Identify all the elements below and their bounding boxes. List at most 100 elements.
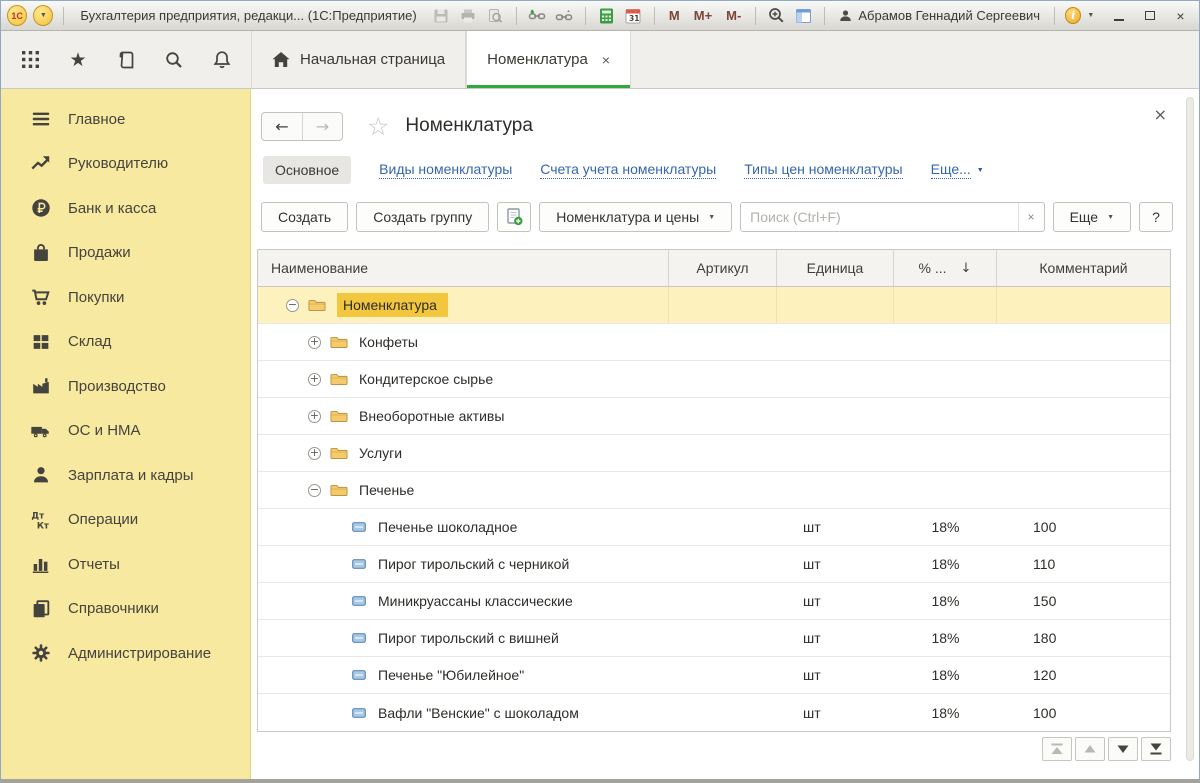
tab-nomenclature[interactable]: Номенклатура × — [466, 31, 631, 88]
column-header[interactable]: Артикул — [669, 250, 777, 286]
go-link-icon[interactable] — [554, 6, 575, 26]
zoom-in-icon[interactable] — [766, 6, 787, 26]
collapse-icon[interactable]: − — [308, 484, 321, 497]
close-form-icon[interactable]: × — [1154, 105, 1167, 124]
memory-add-button[interactable]: M+ — [690, 8, 716, 23]
tab-home[interactable]: Начальная страница — [251, 31, 466, 88]
nomenclature-prices-dropdown[interactable]: Номенклатура и цены ▼ — [539, 202, 732, 232]
table-row-group[interactable]: +Конфеты — [258, 324, 1170, 361]
calculator-icon[interactable] — [596, 6, 617, 26]
search-input[interactable] — [741, 203, 1017, 231]
save-icon[interactable] — [431, 6, 452, 26]
more-actions-dropdown[interactable]: Еще ▼ — [1053, 202, 1131, 232]
chevron-down-icon[interactable]: ▼ — [1087, 12, 1094, 19]
help-button[interactable]: ? — [1139, 202, 1173, 232]
scroll-to-bottom-button[interactable] — [1141, 737, 1171, 761]
expand-icon[interactable]: + — [308, 410, 321, 423]
minimize-icon — [1114, 19, 1124, 21]
column-header[interactable]: Комментарий — [997, 250, 1170, 286]
split-window-icon[interactable] — [793, 6, 814, 26]
history-icon[interactable] — [115, 49, 137, 71]
unit-cell — [777, 435, 894, 471]
nav-nomenclature-kinds[interactable]: Виды номенклатуры — [379, 161, 512, 179]
sidebar-item-purchases[interactable]: Покупки — [1, 275, 250, 320]
current-user[interactable]: Абрамов Геннадий Сергеевич — [839, 8, 1040, 23]
sidebar-item-salary-hr[interactable]: Зарплата и кадры — [1, 453, 250, 498]
sort-desc-icon: ↓ — [961, 261, 972, 276]
name-cell: Вафли "Венские" с шоколадом — [258, 694, 669, 731]
table-row-group[interactable]: −Номенклатура — [258, 287, 1170, 324]
table-row-item[interactable]: Вафли "Венские" с шоколадомшт18%100 — [258, 694, 1170, 731]
table-row-group[interactable]: +Кондитерское сырье — [258, 361, 1170, 398]
table-row-item[interactable]: Печенье шоколадноешт18%100 — [258, 509, 1170, 546]
sidebar-item-operations[interactable]: ДтКтОперации — [1, 498, 250, 543]
nav-price-types[interactable]: Типы цен номенклатуры — [744, 161, 902, 179]
table-row-group[interactable]: +Услуги — [258, 435, 1170, 472]
maximize-button[interactable] — [1137, 5, 1162, 27]
sidebar-item-production[interactable]: Производство — [1, 364, 250, 409]
table-row-item[interactable]: Миникруассаны классическиешт18%150 — [258, 583, 1170, 620]
search-icon[interactable] — [163, 49, 185, 71]
sidebar-item-fixed-assets[interactable]: ОС и НМА — [1, 409, 250, 454]
column-header[interactable]: Единица — [777, 250, 894, 286]
comment-cell — [997, 361, 1170, 397]
favorites-star-icon[interactable]: ★ — [67, 49, 89, 71]
vertical-scrollbar[interactable] — [1186, 97, 1194, 761]
expand-icon[interactable]: + — [308, 373, 321, 386]
scroll-down-button[interactable] — [1108, 737, 1138, 761]
info-button[interactable]: i — [1065, 7, 1081, 24]
table-row-item[interactable]: Пирог тирольский с черникойшт18%110 — [258, 546, 1170, 583]
add-to-favorites-star-icon[interactable]: ☆ — [367, 112, 389, 141]
table-row-group[interactable]: +Внеоборотные активы — [258, 398, 1170, 435]
print-icon[interactable] — [458, 6, 479, 26]
nav-more[interactable]: Еще... ▼ — [931, 161, 984, 179]
scroll-to-top-button[interactable] — [1042, 737, 1072, 761]
create-group-button[interactable]: Создать группу — [356, 202, 489, 232]
panel-header: ← → ☆ Номенклатура × — [257, 109, 1173, 143]
trend-icon — [29, 152, 52, 175]
article-cell — [669, 620, 777, 656]
tab-close-icon[interactable]: × — [602, 52, 610, 68]
column-header[interactable]: Наименование — [258, 250, 669, 286]
ruble-icon — [29, 197, 52, 220]
add-link-icon[interactable] — [527, 6, 548, 26]
calendar-icon[interactable]: 31 — [623, 6, 644, 26]
nav-main[interactable]: Основное — [263, 156, 351, 184]
nav-accounting-accounts[interactable]: Счета учета номенклатуры — [540, 161, 716, 179]
sidebar-item-administration[interactable]: Администрирование — [1, 631, 250, 676]
forward-button[interactable]: → — [302, 113, 342, 140]
main-menu-button[interactable]: ▼ — [33, 5, 53, 26]
minimize-button[interactable] — [1106, 5, 1131, 27]
all-sections-button[interactable] — [19, 49, 41, 71]
sidebar-item-reports[interactable]: Отчеты — [1, 542, 250, 587]
sidebar-item-main[interactable]: Главное — [1, 97, 250, 142]
article-cell — [669, 694, 777, 731]
table-row-group[interactable]: −Печенье — [258, 472, 1170, 509]
close-button[interactable]: × — [1168, 5, 1193, 27]
memory-subtract-button[interactable]: M- — [722, 8, 745, 23]
sidebar-item-bank-cash[interactable]: Банк и касса — [1, 186, 250, 231]
create-new-element-button[interactable] — [497, 202, 531, 232]
app-body: ГлавноеРуководителюБанк и кассаПродажиПо… — [1, 89, 1199, 779]
sidebar-item-warehouse[interactable]: Склад — [1, 320, 250, 365]
clear-search-icon[interactable]: × — [1018, 203, 1044, 231]
expand-icon[interactable]: + — [308, 447, 321, 460]
notifications-bell-icon[interactable] — [211, 49, 233, 71]
table-row-item[interactable]: Пирог тирольский с вишнейшт18%180 — [258, 620, 1170, 657]
back-button[interactable]: ← — [262, 113, 302, 140]
sidebar-item-directories[interactable]: Справочники — [1, 587, 250, 632]
expand-icon[interactable]: + — [308, 336, 321, 349]
gear-icon — [29, 642, 52, 665]
table-row-item[interactable]: Печенье "Юбилейное"шт18%120 — [258, 657, 1170, 694]
article-cell — [669, 287, 777, 323]
print-preview-icon[interactable] — [485, 6, 506, 26]
list-toolbar: Создать Создать группу Номенклатура и це… — [261, 201, 1173, 233]
scroll-up-button[interactable] — [1075, 737, 1105, 761]
sidebar-item-manager[interactable]: Руководителю — [1, 142, 250, 187]
memory-recall-button[interactable]: M — [665, 8, 684, 23]
title-bar: 1С ▼ Бухгалтерия предприятия, редакци...… — [1, 1, 1199, 31]
column-header[interactable]: % ...↓ — [894, 250, 997, 286]
create-button[interactable]: Создать — [261, 202, 348, 232]
sidebar-item-sales[interactable]: Продажи — [1, 231, 250, 276]
collapse-icon[interactable]: − — [286, 299, 299, 312]
